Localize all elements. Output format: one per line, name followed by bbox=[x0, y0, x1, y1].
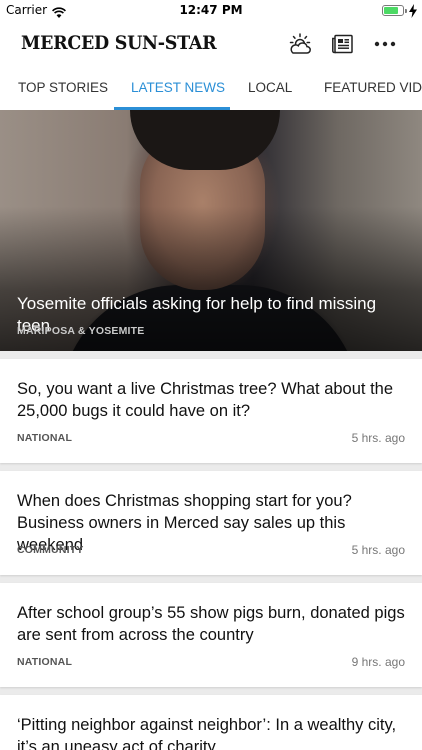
clock-time: 12:47 PM bbox=[179, 3, 243, 17]
article-time: 9 hrs. ago bbox=[351, 655, 405, 669]
status-bar: Carrier 12:47 PM bbox=[0, 0, 422, 22]
tab-local[interactable]: LOCAL bbox=[248, 68, 292, 110]
article-card[interactable]: So, you want a live Christmas tree? What… bbox=[0, 359, 422, 463]
article-time: 5 hrs. ago bbox=[351, 543, 405, 557]
tab-top-stories[interactable]: TOP STORIES bbox=[18, 68, 108, 110]
article-headline: So, you want a live Christmas tree? What… bbox=[17, 380, 394, 420]
article-category: COMMUNITY bbox=[17, 544, 84, 556]
tab-featured-video[interactable]: FEATURED VIDEO bbox=[324, 68, 422, 110]
article-card[interactable]: After school group’s 55 show pigs burn, … bbox=[0, 583, 422, 687]
hero-category: MARIPOSA & YOSEMITE bbox=[17, 325, 145, 337]
article-card[interactable]: When does Christmas shopping start for y… bbox=[0, 471, 422, 575]
more-dots-icon[interactable] bbox=[372, 32, 398, 56]
article-headline: After school group’s 55 show pigs burn, … bbox=[17, 604, 405, 644]
article-time: 5 hrs. ago bbox=[351, 431, 405, 445]
section-tabs: TOP STORIES LATEST NEWS LOCAL FEATURED V… bbox=[0, 68, 422, 110]
battery-icon bbox=[382, 5, 407, 16]
app-header: MERCED SUN-STAR bbox=[0, 22, 422, 68]
article-category: NATIONAL bbox=[17, 432, 73, 444]
battery-level bbox=[384, 7, 399, 14]
article-card[interactable]: ‘Pitting neighbor against neighbor’: In … bbox=[0, 695, 422, 750]
charging-bolt-icon bbox=[409, 3, 417, 18]
article-category: NATIONAL bbox=[17, 656, 73, 668]
app-logo[interactable]: MERCED SUN-STAR bbox=[21, 32, 217, 54]
hero-story[interactable]: Yosemite officials asking for help to fi… bbox=[0, 110, 422, 351]
tab-latest-news[interactable]: LATEST NEWS bbox=[131, 68, 225, 110]
newspaper-icon[interactable] bbox=[330, 32, 356, 56]
weather-cloud-icon[interactable] bbox=[287, 32, 313, 56]
article-headline: ‘Pitting neighbor against neighbor’: In … bbox=[17, 716, 397, 750]
